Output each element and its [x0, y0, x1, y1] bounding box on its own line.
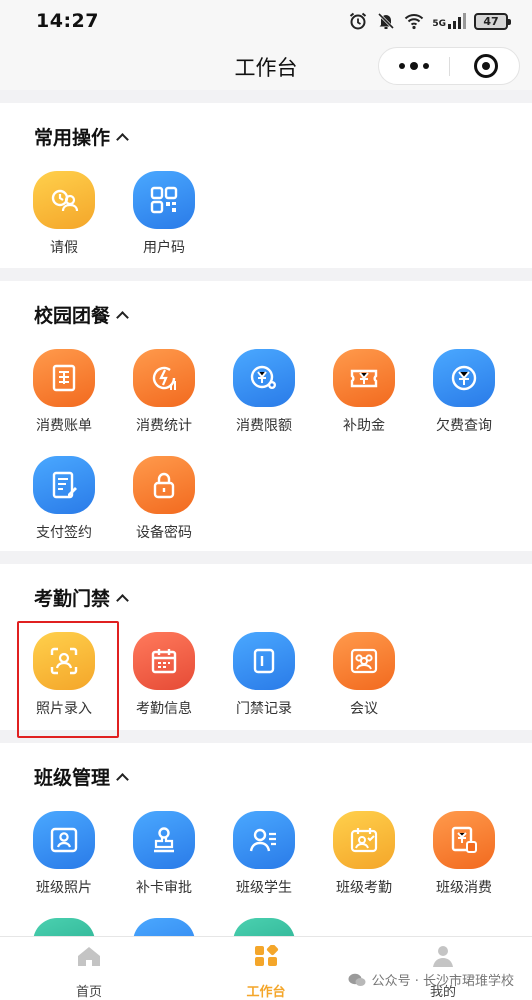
section-campus-dining: 校园团餐 消费账单 消费统计 消费限额 补助金 欠费查询 支付签约 设备密码 [0, 281, 532, 551]
class-photo-icon [33, 811, 95, 869]
collapse-caret-icon [116, 593, 129, 607]
item-label: 门禁记录 [236, 701, 292, 717]
network-type: 5G [432, 19, 446, 29]
section-common-actions: 常用操作 请假 用户码 [0, 103, 532, 268]
nav-bar: 工作台 [0, 44, 532, 90]
item-subsidy[interactable]: 补助金 [322, 349, 406, 435]
item-label: 补卡审批 [136, 880, 192, 896]
item-consumption-bill[interactable]: 消费账单 [22, 349, 106, 435]
item-attendance-info[interactable]: 考勤信息 [122, 632, 206, 718]
item-device-password[interactable]: 设备密码 [122, 456, 206, 542]
tab-workbench[interactable]: 工作台 [221, 943, 311, 1000]
item-label: 用户码 [143, 240, 185, 256]
tab-label: 工作台 [246, 985, 286, 1000]
section-title-text: 常用操作 [34, 127, 111, 149]
item-arrears-query[interactable]: 欠费查询 [422, 349, 506, 435]
collapse-caret-icon [116, 310, 129, 324]
item-user-code[interactable]: 用户码 [122, 171, 206, 257]
more-dot-icon [423, 63, 429, 69]
item-leave[interactable]: 请假 [22, 171, 106, 257]
mini-program-capsule [378, 47, 520, 85]
item-label: 欠费查询 [436, 418, 492, 434]
item-label: 消费账单 [36, 418, 92, 434]
calendar-icon [133, 632, 195, 690]
profile-icon [433, 946, 453, 967]
item-label: 补助金 [343, 418, 385, 434]
item-consumption-limit[interactable]: 消费限额 [222, 349, 306, 435]
item-label: 班级照片 [36, 880, 92, 896]
item-class-attendance[interactable]: 班级考勤 [322, 811, 406, 897]
collapse-caret-icon [116, 772, 129, 786]
leave-icon [33, 171, 95, 229]
status-bar: 14:27 5G 47 [0, 0, 532, 44]
item-class-photos[interactable]: 班级照片 [22, 811, 106, 897]
more-menu-button[interactable] [379, 48, 449, 84]
bill-icon [33, 349, 95, 407]
tab-bar: 首页 工作台 我的 [0, 936, 532, 1000]
section-title[interactable]: 常用操作 [34, 123, 129, 150]
item-label: 班级考勤 [336, 880, 392, 896]
class-attendance-icon [333, 811, 395, 869]
item-payment-sign[interactable]: 支付签约 [22, 456, 106, 542]
section-title[interactable]: 考勤门禁 [34, 584, 129, 611]
wechat-icon [348, 973, 366, 986]
item-meeting[interactable]: 会议 [322, 632, 406, 718]
watermark: 公众号 · 长沙市珺琟学校 [348, 970, 514, 989]
meeting-icon [333, 632, 395, 690]
door-icon [233, 632, 295, 690]
item-label: 班级消费 [436, 880, 492, 896]
qr-code-icon [133, 171, 195, 229]
section-title[interactable]: 校园团餐 [34, 301, 129, 328]
item-makeup-approval[interactable]: 补卡审批 [122, 811, 206, 897]
more-dot-icon [399, 63, 405, 69]
tab-label: 首页 [75, 985, 102, 1000]
item-label: 班级学生 [236, 880, 292, 896]
capsule-divider [449, 57, 450, 76]
mute-bell-icon [378, 12, 395, 30]
item-access-records[interactable]: 门禁记录 [222, 632, 306, 718]
item-label: 消费统计 [136, 418, 192, 434]
signal-indicator: 5G [432, 13, 466, 29]
wifi-icon [405, 14, 424, 30]
section-class-management: 班级管理 班级照片 补卡审批 班级学生 班级考勤 班级消费 [0, 743, 532, 976]
section-title-text: 考勤门禁 [34, 588, 111, 610]
lock-icon [133, 456, 195, 514]
more-dot-icon [410, 62, 418, 70]
item-label: 支付签约 [36, 525, 92, 541]
highlight-box [17, 621, 119, 738]
home-icon [78, 947, 100, 966]
item-label: 会议 [350, 701, 378, 717]
status-icons: 5G 47 [348, 10, 511, 32]
item-label: 消费限额 [236, 418, 292, 434]
payment-sign-icon [33, 456, 95, 514]
stats-icon [133, 349, 195, 407]
workbench-icon [255, 943, 279, 966]
battery-indicator: 47 [474, 12, 511, 30]
limit-icon [233, 349, 295, 407]
section-title-text: 班级管理 [34, 767, 111, 789]
watermark-text: 公众号 · 长沙市珺琟学校 [371, 974, 514, 989]
class-consume-icon [433, 811, 495, 869]
collapse-caret-icon [116, 132, 129, 146]
item-label: 请假 [50, 240, 78, 256]
section-title-text: 校园团餐 [34, 305, 111, 327]
approval-stamp-icon [133, 811, 195, 869]
tab-home[interactable]: 首页 [44, 945, 134, 1000]
item-class-consumption[interactable]: 班级消费 [422, 811, 506, 897]
close-miniprogram-button[interactable] [474, 54, 498, 78]
arrears-icon [433, 349, 495, 407]
section-title[interactable]: 班级管理 [34, 763, 129, 790]
status-time: 14:27 [36, 10, 99, 32]
item-consumption-stats[interactable]: 消费统计 [122, 349, 206, 435]
students-icon [233, 811, 295, 869]
item-class-students[interactable]: 班级学生 [222, 811, 306, 897]
alarm-icon [350, 12, 367, 30]
signal-bars-icon [448, 13, 466, 29]
item-label: 考勤信息 [136, 701, 192, 717]
item-label: 设备密码 [136, 525, 192, 541]
subsidy-icon [333, 349, 395, 407]
